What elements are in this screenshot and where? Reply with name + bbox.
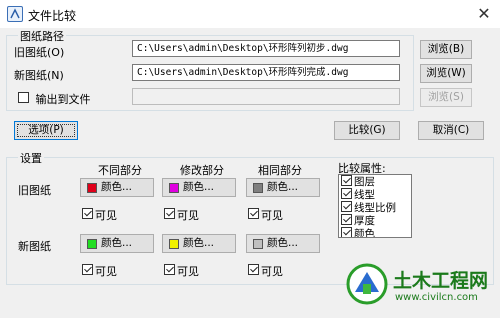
checkbox-box[interactable] bbox=[248, 208, 259, 219]
compare-button[interactable]: 比较(G) bbox=[334, 121, 400, 140]
old-modified-visible-checkbox[interactable]: 可见 bbox=[164, 207, 199, 223]
column-header-different: 不同部分 bbox=[98, 164, 142, 177]
checkbox-box[interactable] bbox=[82, 264, 93, 275]
checkbox-box[interactable] bbox=[164, 264, 175, 275]
color-swatch bbox=[169, 238, 179, 249]
property-label: 线型比例 bbox=[354, 202, 396, 214]
site-watermark: 土木工程网 www.civilcn.com bbox=[345, 262, 495, 312]
row-label-new-drawing: 新图纸 bbox=[18, 240, 51, 253]
checkbox-box[interactable] bbox=[341, 175, 352, 186]
old-modified-color-button[interactable]: 颜色... bbox=[162, 178, 236, 197]
property-label: 线型 bbox=[354, 189, 375, 201]
watermark-logo-icon bbox=[346, 263, 388, 305]
color-button-label: 颜色... bbox=[267, 181, 299, 193]
checkbox-box[interactable] bbox=[341, 214, 352, 225]
checkbox-box[interactable] bbox=[248, 264, 259, 275]
new-drawing-path-field[interactable]: C:\Users\admin\Desktop\环形阵列完成.dwg bbox=[132, 64, 400, 81]
new-same-color-button[interactable]: 颜色... bbox=[246, 234, 320, 253]
old-different-color-button[interactable]: 颜色... bbox=[80, 178, 154, 197]
color-button-label: 颜色... bbox=[183, 237, 215, 249]
settings-group-title: 设置 bbox=[18, 150, 44, 166]
checkbox-box[interactable] bbox=[341, 188, 352, 199]
cancel-button[interactable]: 取消(C) bbox=[418, 121, 484, 140]
output-to-file-label: 输出到文件 bbox=[35, 93, 91, 106]
visible-label: 可见 bbox=[261, 265, 283, 278]
browse-new-button[interactable]: 浏览(W) bbox=[420, 64, 472, 83]
new-different-color-button[interactable]: 颜色... bbox=[80, 234, 154, 253]
checkbox-box[interactable] bbox=[18, 92, 29, 103]
compare-properties-list[interactable]: 图层 线型 线型比例 厚度 颜色 bbox=[338, 174, 412, 238]
visible-label: 可见 bbox=[95, 209, 117, 222]
property-label: 颜色 bbox=[354, 228, 375, 238]
watermark-url: www.civilcn.com bbox=[395, 292, 478, 303]
color-swatch bbox=[169, 182, 179, 193]
color-swatch bbox=[253, 238, 263, 249]
old-same-visible-checkbox[interactable]: 可见 bbox=[248, 207, 283, 223]
new-drawing-label: 新图纸(N) bbox=[14, 69, 64, 82]
list-item[interactable]: 厚度 bbox=[339, 214, 411, 227]
window-title: 文件比较 bbox=[28, 9, 77, 23]
visible-label: 可见 bbox=[261, 209, 283, 222]
checkbox-box[interactable] bbox=[82, 208, 93, 219]
color-button-label: 颜色... bbox=[267, 237, 299, 249]
color-button-label: 颜色... bbox=[101, 181, 133, 193]
browse-old-button[interactable]: 浏览(B) bbox=[420, 40, 472, 59]
list-item[interactable]: 线型 bbox=[339, 188, 411, 201]
color-swatch bbox=[253, 182, 263, 193]
list-item[interactable]: 线型比例 bbox=[339, 201, 411, 214]
property-label: 厚度 bbox=[354, 215, 375, 227]
color-swatch bbox=[87, 182, 97, 193]
old-drawing-path-field[interactable]: C:\Users\admin\Desktop\环形阵列初步.dwg bbox=[132, 40, 400, 57]
watermark-name: 土木工程网 bbox=[393, 270, 489, 292]
color-button-label: 颜色... bbox=[101, 237, 133, 249]
property-label: 图层 bbox=[354, 176, 375, 188]
close-icon[interactable]: ✕ bbox=[472, 3, 496, 25]
color-button-label: 颜色... bbox=[183, 181, 215, 193]
row-label-old-drawing: 旧图纸 bbox=[18, 184, 51, 197]
output-file-path-field bbox=[132, 88, 400, 105]
list-item[interactable]: 颜色 bbox=[339, 227, 411, 238]
new-same-visible-checkbox[interactable]: 可见 bbox=[248, 263, 283, 279]
new-modified-visible-checkbox[interactable]: 可见 bbox=[164, 263, 199, 279]
options-button[interactable]: 选项(P) bbox=[14, 121, 78, 140]
old-drawing-label: 旧图纸(O) bbox=[14, 46, 65, 59]
new-different-visible-checkbox[interactable]: 可见 bbox=[82, 263, 117, 279]
checkbox-box[interactable] bbox=[341, 227, 352, 237]
checkbox-box[interactable] bbox=[341, 201, 352, 212]
title-bar: 文件比较 ✕ bbox=[0, 0, 500, 29]
visible-label: 可见 bbox=[177, 209, 199, 222]
checkbox-box[interactable] bbox=[164, 208, 175, 219]
output-to-file-checkbox[interactable]: 输出到文件 bbox=[18, 91, 91, 107]
color-swatch bbox=[87, 238, 97, 249]
new-modified-color-button[interactable]: 颜色... bbox=[162, 234, 236, 253]
list-item[interactable]: 图层 bbox=[339, 175, 411, 188]
paths-group-title: 图纸路径 bbox=[18, 28, 66, 44]
visible-label: 可见 bbox=[177, 265, 199, 278]
old-same-color-button[interactable]: 颜色... bbox=[246, 178, 320, 197]
browse-output-button: 浏览(S) bbox=[420, 88, 472, 107]
visible-label: 可见 bbox=[95, 265, 117, 278]
column-header-modified: 修改部分 bbox=[180, 164, 224, 177]
column-header-same: 相同部分 bbox=[258, 164, 302, 177]
old-different-visible-checkbox[interactable]: 可见 bbox=[82, 207, 117, 223]
app-icon bbox=[7, 6, 23, 22]
